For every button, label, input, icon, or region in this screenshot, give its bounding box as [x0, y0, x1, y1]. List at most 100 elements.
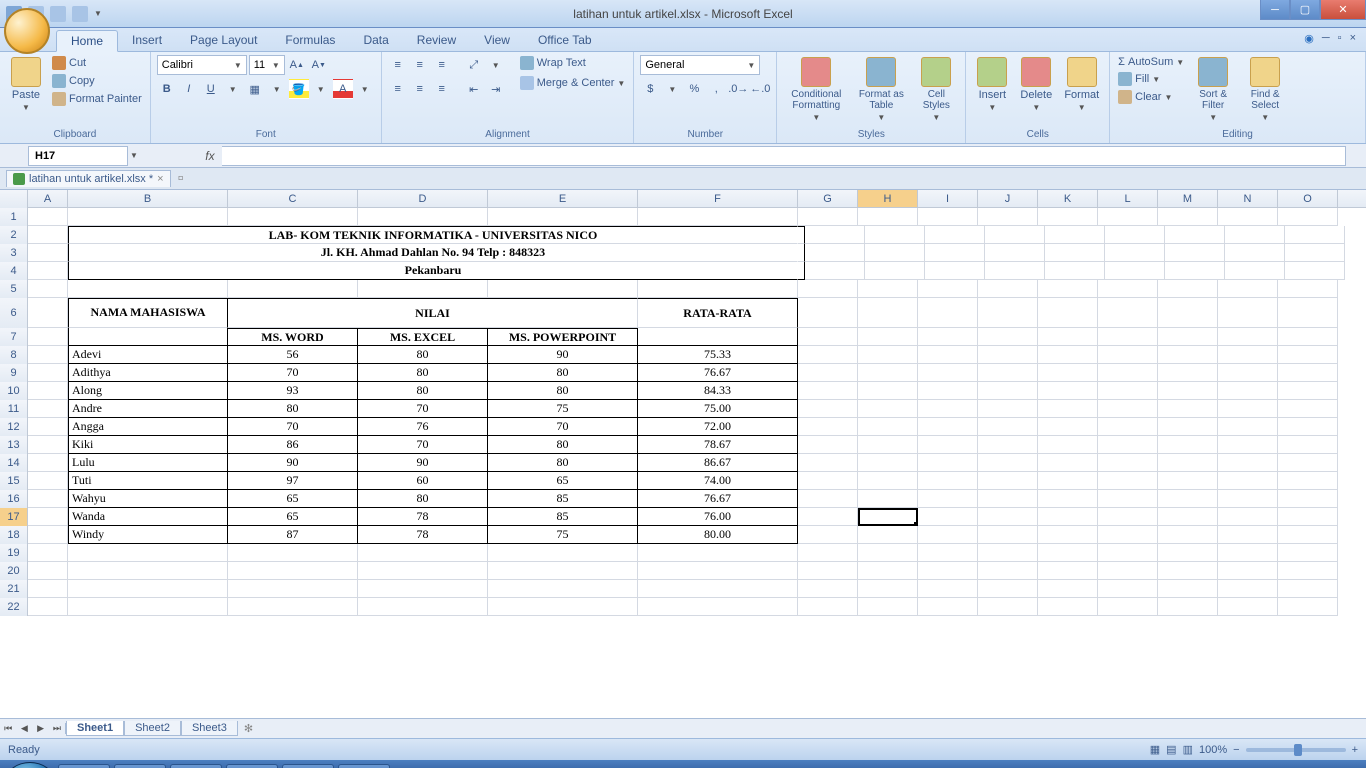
cell-D11[interactable]: 70: [358, 400, 488, 418]
decrease-indent-button[interactable]: ⇤: [464, 79, 484, 99]
cell-N19[interactable]: [1218, 544, 1278, 562]
sheet-next-button[interactable]: ▶: [33, 723, 49, 734]
cell-C8[interactable]: 56: [228, 346, 358, 364]
cell-E12[interactable]: 70: [488, 418, 638, 436]
cell-I6[interactable]: [918, 298, 978, 328]
cell-K13[interactable]: [1038, 436, 1098, 454]
shrink-font-button[interactable]: A▼: [309, 55, 329, 75]
cell-E15[interactable]: 65: [488, 472, 638, 490]
cell-J18[interactable]: [978, 526, 1038, 544]
cell-M17[interactable]: [1158, 508, 1218, 526]
cell-E22[interactable]: [488, 598, 638, 616]
cell-B1[interactable]: [68, 208, 228, 226]
cell-I11[interactable]: [918, 400, 978, 418]
cell-C14[interactable]: 90: [228, 454, 358, 472]
cell-G18[interactable]: [798, 526, 858, 544]
cell-J19[interactable]: [978, 544, 1038, 562]
cell-F13[interactable]: 78.67: [638, 436, 798, 454]
cell-G8[interactable]: [798, 346, 858, 364]
font-color-button[interactable]: A: [333, 79, 353, 99]
increase-decimal-button[interactable]: .0→: [728, 79, 748, 99]
cell-F11[interactable]: 75.00: [638, 400, 798, 418]
cell-J5[interactable]: [978, 280, 1038, 298]
cell-I13[interactable]: [918, 436, 978, 454]
zoom-in-button[interactable]: +: [1352, 744, 1358, 756]
cell-H7[interactable]: [858, 328, 918, 346]
increase-indent-button[interactable]: ⇥: [486, 79, 506, 99]
cell-B19[interactable]: [68, 544, 228, 562]
underline-dropdown[interactable]: ▼: [223, 79, 243, 99]
cell-O14[interactable]: [1278, 454, 1338, 472]
col-header-C[interactable]: C: [228, 190, 358, 207]
col-header-H[interactable]: H: [858, 190, 918, 207]
cell-G21[interactable]: [798, 580, 858, 598]
cell-F9[interactable]: 76.67: [638, 364, 798, 382]
cell-C16[interactable]: 65: [228, 490, 358, 508]
cell-G10[interactable]: [798, 382, 858, 400]
cell-J21[interactable]: [978, 580, 1038, 598]
cell-I5[interactable]: [918, 280, 978, 298]
cell-M6[interactable]: [1158, 298, 1218, 328]
cell-A8[interactable]: [28, 346, 68, 364]
cell-A21[interactable]: [28, 580, 68, 598]
cell-J7[interactable]: [978, 328, 1038, 346]
cell-E13[interactable]: 80: [488, 436, 638, 454]
help-icon[interactable]: ◉: [1304, 32, 1314, 45]
cell-A18[interactable]: [28, 526, 68, 544]
cell-J12[interactable]: [978, 418, 1038, 436]
cell-G7[interactable]: [798, 328, 858, 346]
delete-cells-button[interactable]: Delete▼: [1016, 55, 1056, 114]
cell-M11[interactable]: [1158, 400, 1218, 418]
cell-H11[interactable]: [858, 400, 918, 418]
cell-F18[interactable]: 80.00: [638, 526, 798, 544]
cell-J2[interactable]: [985, 226, 1045, 244]
cell-C17[interactable]: 65: [228, 508, 358, 526]
cell-D9[interactable]: 80: [358, 364, 488, 382]
cell-A1[interactable]: [28, 208, 68, 226]
orientation-dropdown[interactable]: ▼: [486, 55, 506, 75]
cell-F19[interactable]: [638, 544, 798, 562]
taskbar-word[interactable]: [226, 764, 278, 768]
format-painter-button[interactable]: Format Painter: [50, 91, 144, 107]
border-dropdown[interactable]: ▼: [267, 79, 287, 99]
cell-L7[interactable]: [1098, 328, 1158, 346]
cell-E1[interactable]: [488, 208, 638, 226]
row-header-2[interactable]: 2: [0, 226, 28, 244]
cell-H20[interactable]: [858, 562, 918, 580]
fill-color-button[interactable]: 🪣: [289, 79, 309, 99]
cell-G15[interactable]: [798, 472, 858, 490]
tab-formulas[interactable]: Formulas: [271, 30, 349, 51]
cell-B13[interactable]: Kiki: [68, 436, 228, 454]
cell-B20[interactable]: [68, 562, 228, 580]
cell-G9[interactable]: [798, 364, 858, 382]
sheet-tab-sheet3[interactable]: Sheet3: [181, 721, 238, 736]
cell-L21[interactable]: [1098, 580, 1158, 598]
cell-I19[interactable]: [918, 544, 978, 562]
insert-cells-button[interactable]: Insert▼: [972, 55, 1012, 114]
cell-I9[interactable]: [918, 364, 978, 382]
cell-A15[interactable]: [28, 472, 68, 490]
cell-M15[interactable]: [1158, 472, 1218, 490]
cell-H6[interactable]: [858, 298, 918, 328]
accounting-button[interactable]: $: [640, 79, 660, 99]
cell-L12[interactable]: [1098, 418, 1158, 436]
cell-G3[interactable]: [805, 244, 865, 262]
taskbar-ie[interactable]: [114, 764, 166, 768]
cell-A16[interactable]: [28, 490, 68, 508]
cell-I3[interactable]: [925, 244, 985, 262]
cell-O21[interactable]: [1278, 580, 1338, 598]
cell-K18[interactable]: [1038, 526, 1098, 544]
cell-F21[interactable]: [638, 580, 798, 598]
cell-M12[interactable]: [1158, 418, 1218, 436]
cell-N15[interactable]: [1218, 472, 1278, 490]
cell-O15[interactable]: [1278, 472, 1338, 490]
cell-H8[interactable]: [858, 346, 918, 364]
cell-G19[interactable]: [798, 544, 858, 562]
cell-M5[interactable]: [1158, 280, 1218, 298]
cell-O4[interactable]: [1285, 262, 1345, 280]
cell-K12[interactable]: [1038, 418, 1098, 436]
cell-C11[interactable]: 80: [228, 400, 358, 418]
fill-button[interactable]: Fill ▼: [1116, 71, 1186, 87]
sheet-first-button[interactable]: ⏮: [0, 723, 16, 734]
cell-D16[interactable]: 80: [358, 490, 488, 508]
